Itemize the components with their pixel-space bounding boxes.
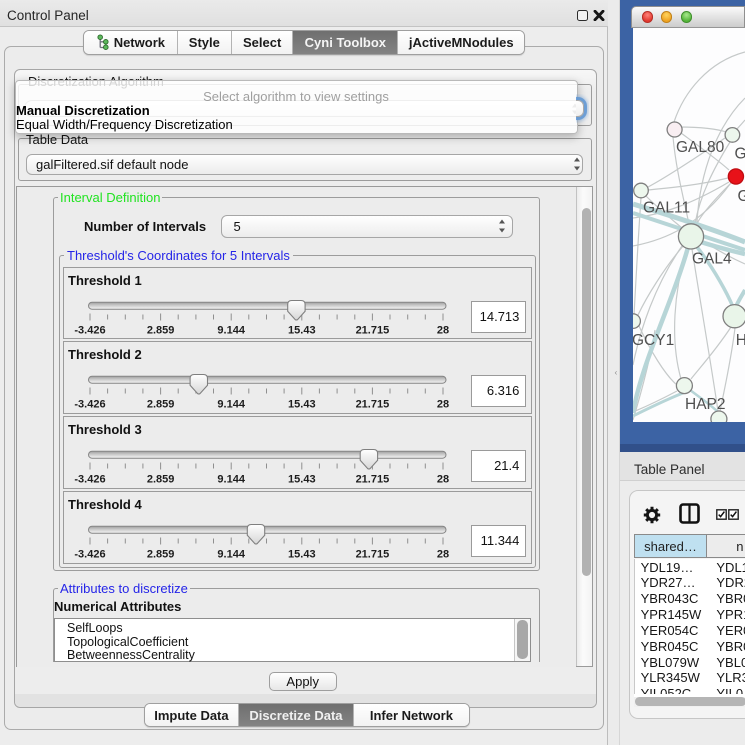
svg-text:21.715: 21.715 <box>356 548 390 560</box>
svg-text:-3.426: -3.426 <box>74 324 105 336</box>
svg-text:9.144: 9.144 <box>217 399 245 411</box>
svg-text:9.144: 9.144 <box>217 324 245 336</box>
svg-text:15.43: 15.43 <box>288 324 316 336</box>
svg-text:-3.426: -3.426 <box>74 548 105 560</box>
svg-text:2.859: 2.859 <box>147 399 175 411</box>
svg-text:-3.426: -3.426 <box>74 474 105 486</box>
svg-text:2.859: 2.859 <box>147 548 175 560</box>
svg-text:GCY1: GCY1 <box>633 332 674 349</box>
svg-text:9.144: 9.144 <box>217 474 245 486</box>
svg-text:9.144: 9.144 <box>217 548 245 560</box>
svg-text:15.43: 15.43 <box>288 548 316 560</box>
svg-text:15.43: 15.43 <box>288 474 316 486</box>
svg-text:HAP2: HAP2 <box>685 396 726 413</box>
svg-text:28: 28 <box>437 474 449 486</box>
svg-text:28: 28 <box>437 548 449 560</box>
svg-text:28: 28 <box>437 324 449 336</box>
svg-text:21.715: 21.715 <box>356 399 390 411</box>
svg-text:21.715: 21.715 <box>356 474 390 486</box>
svg-text:2.859: 2.859 <box>147 324 175 336</box>
svg-text:GAL80: GAL80 <box>676 139 725 156</box>
svg-text:HIS4: HIS4 <box>736 332 745 349</box>
svg-text:2.859: 2.859 <box>147 474 175 486</box>
svg-text:21.715: 21.715 <box>356 324 390 336</box>
svg-text:-3.426: -3.426 <box>74 399 105 411</box>
svg-text:GAL4: GAL4 <box>692 251 732 268</box>
svg-text:GAL3: GAL3 <box>735 146 745 163</box>
svg-text:GAL11: GAL11 <box>643 200 690 217</box>
svg-text:15.43: 15.43 <box>288 399 316 411</box>
svg-text:G: G <box>738 188 745 205</box>
svg-text:28: 28 <box>437 399 449 411</box>
